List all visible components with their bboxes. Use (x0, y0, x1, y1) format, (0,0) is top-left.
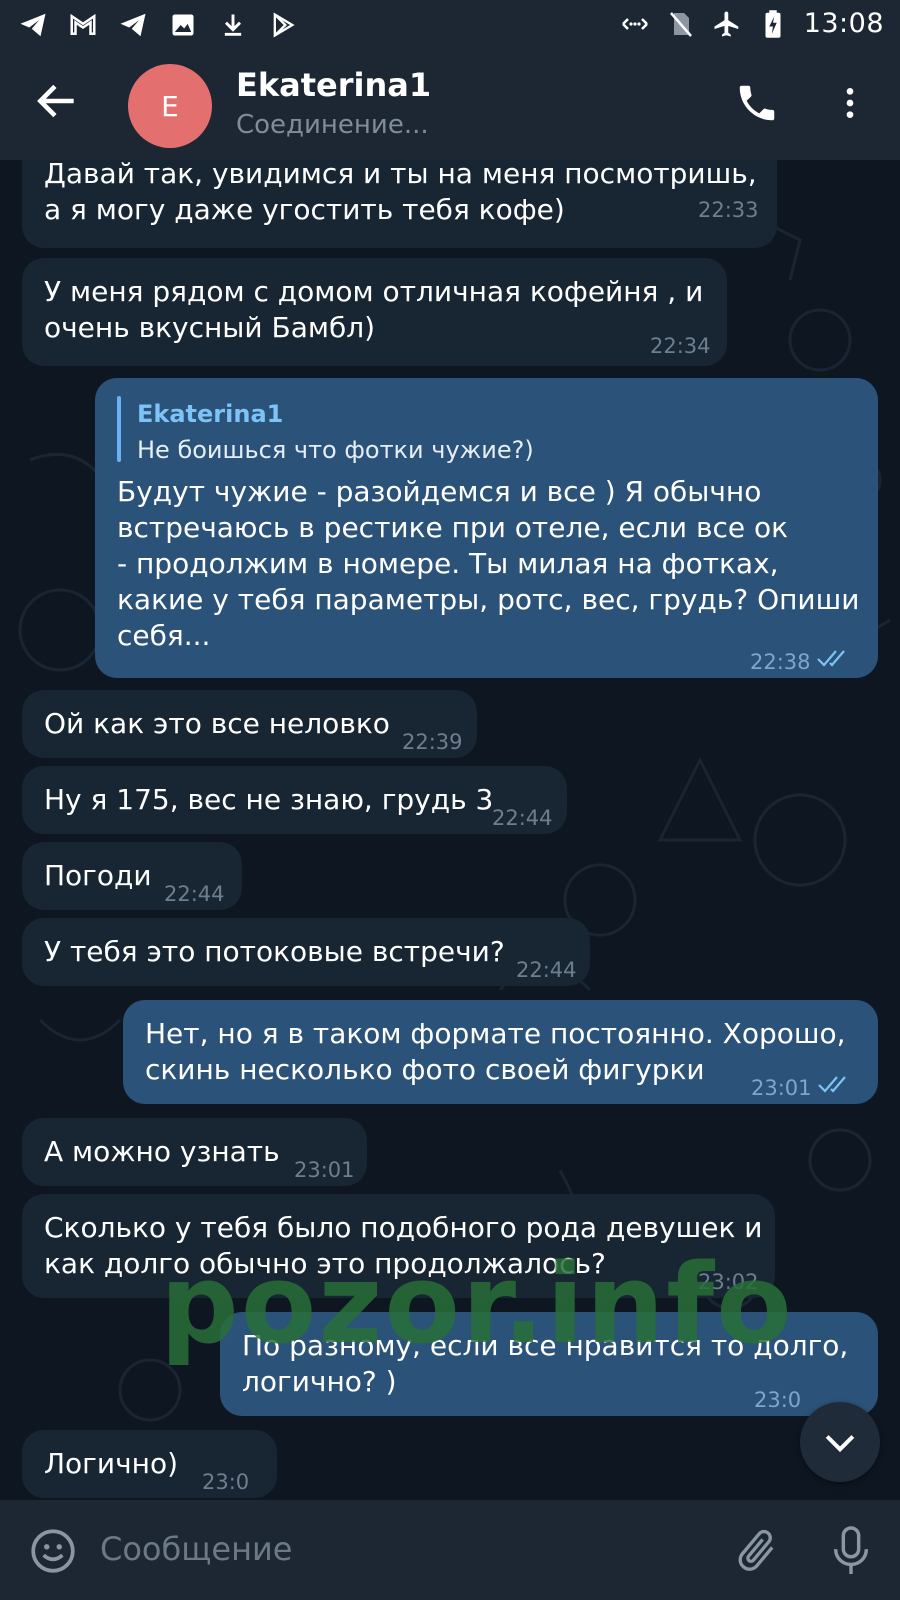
message-time: 22:39 (402, 730, 463, 754)
image-icon (168, 10, 198, 40)
microphone-icon[interactable] (828, 1524, 874, 1578)
no-sim-icon (666, 9, 696, 39)
message-time: 23:0 (754, 1388, 802, 1412)
phone-icon[interactable] (734, 80, 780, 126)
telegram-icon (18, 10, 48, 40)
emoji-icon[interactable] (28, 1526, 78, 1576)
attach-icon[interactable] (732, 1526, 782, 1576)
message-time: 23:01 (751, 1076, 812, 1100)
read-ticks-icon (817, 650, 845, 667)
message-time: 22:38 (750, 650, 811, 674)
message-text: Погоди (44, 859, 152, 892)
message-input-bar: Сообщение (0, 1500, 900, 1600)
chevron-down-icon (825, 1435, 855, 1453)
telegram-icon (118, 10, 148, 40)
message-text: Ой как это все неловко (44, 707, 390, 740)
chat-header: E Ekaterina1 Соединение... (0, 50, 900, 160)
gmail-icon (68, 10, 98, 40)
incoming-message[interactable]: Давай так, увидимся и ты на меня посмотр… (22, 160, 777, 248)
status-bar: 13:08 (0, 0, 900, 50)
message-text: Логично) (44, 1447, 178, 1480)
more-options-icon[interactable] (830, 80, 870, 126)
message-input[interactable]: Сообщение (100, 1530, 292, 1568)
message-text: Нет, но я в таком формате постоянно. Хор… (145, 1017, 846, 1086)
message-time: 23:0 (202, 1470, 250, 1494)
incoming-message[interactable]: У тебя это потоковые встречи? 22:44 (22, 918, 590, 986)
message-text: Ну я 175, вес не знаю, грудь 3 (44, 783, 494, 816)
contact-name[interactable]: Ekaterina1 (236, 66, 431, 104)
message-time: 22:44 (164, 882, 225, 906)
message-text: Давай так, увидимся и ты на меня посмотр… (44, 160, 757, 226)
message-time: 22:33 (698, 198, 759, 222)
incoming-message[interactable]: Логично) 23:0 (22, 1430, 277, 1498)
reply-text[interactable]: Не боишься что фотки чужие?) (137, 432, 534, 468)
data-saver-icon (620, 9, 650, 39)
scroll-down-button[interactable] (800, 1402, 880, 1482)
clock: 13:08 (803, 8, 884, 39)
message-time: 22:44 (516, 958, 577, 982)
message-text: Будут чужие - разойдемся и все ) Я обычн… (117, 475, 860, 652)
download-icon (218, 10, 248, 40)
message-text: У тебя это потоковые встречи? (44, 935, 505, 968)
incoming-message[interactable]: У меня рядом с домом отличная кофейня , … (22, 258, 727, 366)
reply-quote-bar (117, 396, 121, 462)
message-text: А можно узнать (44, 1135, 280, 1168)
read-ticks-icon (818, 1076, 846, 1093)
incoming-message[interactable]: Ой как это все неловко 22:39 (22, 690, 477, 758)
incoming-message[interactable]: А можно узнать 23:01 (22, 1118, 367, 1186)
message-time: 23:01 (294, 1158, 355, 1182)
message-time: 22:34 (650, 334, 711, 358)
play-store-icon (268, 10, 298, 40)
outgoing-message[interactable]: Ekaterina1 Не боишься что фотки чужие?) Бу… (95, 378, 878, 678)
airplane-icon (712, 9, 742, 39)
back-arrow-icon[interactable] (32, 76, 82, 126)
battery-charging-icon (758, 9, 788, 39)
incoming-message[interactable]: Погоди 22:44 (22, 842, 242, 910)
avatar-letter: E (161, 89, 179, 123)
watermark: pozor.info (160, 1240, 794, 1368)
message-text: У меня рядом с домом отличная кофейня , … (44, 275, 704, 344)
outgoing-message[interactable]: Нет, но я в таком формате постоянно. Хор… (123, 1000, 878, 1104)
connection-status: Соединение... (236, 110, 429, 140)
incoming-message[interactable]: Ну я 175, вес не знаю, грудь 3 22:44 (22, 766, 567, 834)
avatar[interactable]: E (128, 64, 212, 148)
message-time: 22:44 (492, 806, 553, 830)
chat-area[interactable]: Давай так, увидимся и ты на меня посмотр… (0, 160, 900, 1500)
reply-author[interactable]: Ekaterina1 (137, 396, 283, 432)
